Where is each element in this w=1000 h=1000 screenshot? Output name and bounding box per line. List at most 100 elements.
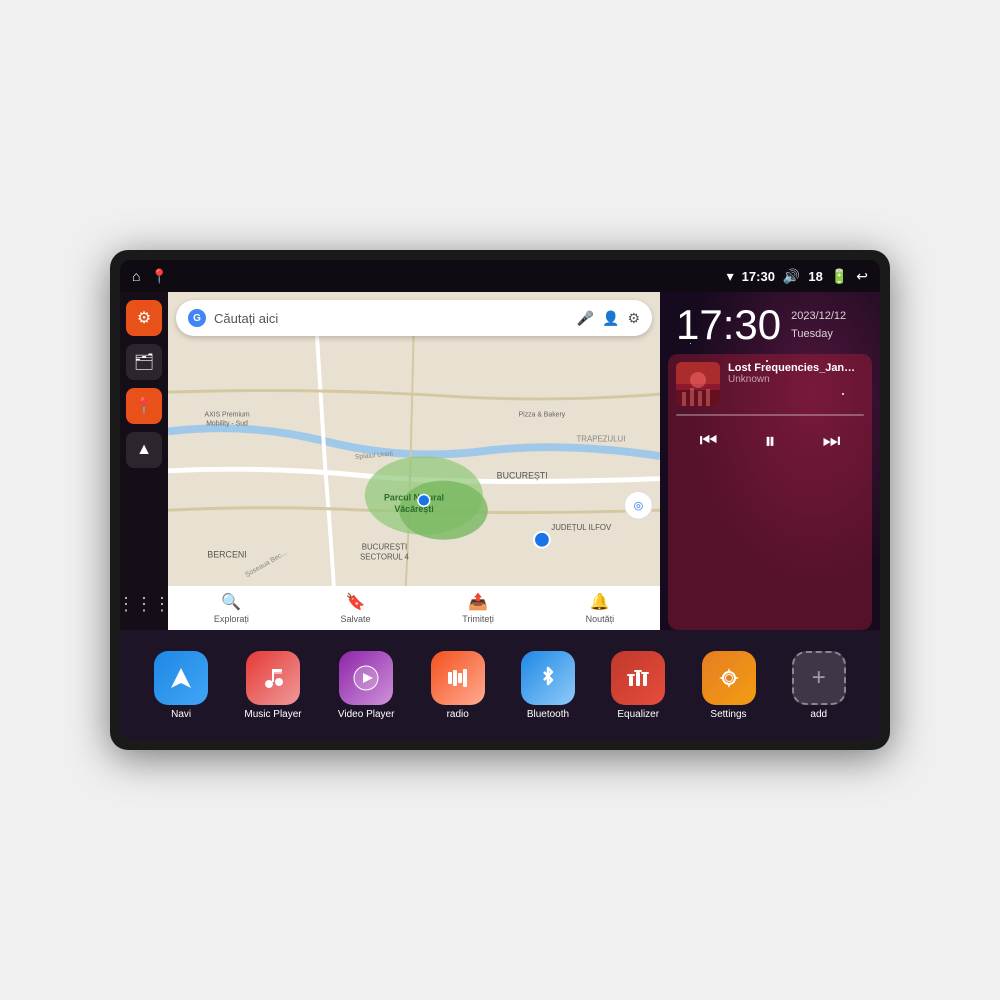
settings-map-icon[interactable]: ⚙ <box>627 310 640 327</box>
home-icon[interactable]: ⌂ <box>132 268 140 284</box>
clock-area: 17:30 2023/12/12 Tuesday <box>660 292 880 354</box>
clock-time: 17:30 <box>676 304 781 346</box>
pause-button[interactable]: ⏸ <box>752 424 787 458</box>
map-nav-explore[interactable]: 🔍 Explorați <box>214 592 249 624</box>
right-panel: 17:30 2023/12/12 Tuesday <box>660 292 880 630</box>
equalizer-icon <box>611 651 665 705</box>
radio-icon <box>431 651 485 705</box>
saved-icon: 🔖 <box>346 592 366 612</box>
music-player-icon <box>246 651 300 705</box>
equalizer-label: Equalizer <box>617 709 659 720</box>
music-progress-bar[interactable] <box>676 414 864 416</box>
send-label: Trimiteți <box>462 614 494 624</box>
svg-text:BUCUREȘTI: BUCUREȘTI <box>362 543 407 552</box>
settings-label: Settings <box>710 709 746 720</box>
svg-text:Mobility - Sud: Mobility - Sud <box>206 421 248 428</box>
settings-icon <box>702 651 756 705</box>
bluetooth-label: Bluetooth <box>527 709 569 720</box>
screen: ⌂ 📍 ▾ 17:30 🔊 18 🔋 ↩ <box>120 260 880 740</box>
wifi-icon: ▾ <box>727 268 734 285</box>
map-container[interactable]: Parcul Natural Văcărești BUCUREȘTI BUCUR… <box>168 292 660 630</box>
location-icon: 📍 <box>134 396 154 416</box>
svg-text:JUDEȚUL ILFOV: JUDEȚUL ILFOV <box>551 523 612 532</box>
device: ⌂ 📍 ▾ 17:30 🔊 18 🔋 ↩ <box>110 250 890 750</box>
svg-text:AXIS Premium: AXIS Premium <box>204 412 249 419</box>
track-name: Lost Frequencies_Janie... <box>728 362 858 374</box>
gear-icon: ⚙ <box>137 308 151 328</box>
svg-text:Pizza & Bakery: Pizza & Bakery <box>519 412 566 419</box>
news-label: Noutăți <box>586 614 615 624</box>
radio-label: radio <box>447 709 469 720</box>
sidebar-grid-btn[interactable]: ⋮⋮⋮ <box>126 586 162 622</box>
album-art <box>676 362 720 406</box>
app-navi[interactable]: Navi <box>154 651 208 720</box>
svg-text:◎: ◎ <box>634 500 643 512</box>
microphone-icon[interactable]: 🎤 <box>577 310 594 327</box>
clock-day-value: Tuesday <box>791 326 846 344</box>
map-nav-saved[interactable]: 🔖 Salvate <box>341 592 371 624</box>
sidebar-map-btn[interactable]: 📍 <box>126 388 162 424</box>
sidebar-files-btn[interactable]: 🗂 <box>126 344 162 380</box>
add-icon: + <box>792 651 846 705</box>
back-icon[interactable]: ↩ <box>856 268 868 285</box>
folder-icon: 🗂 <box>134 352 154 372</box>
clock-date: 2023/12/12 Tuesday <box>791 304 846 343</box>
status-bar-left: ⌂ 📍 <box>132 268 168 285</box>
map-search-text: Căutați aici <box>214 311 569 326</box>
battery-level: 18 <box>808 269 822 284</box>
map-nav-send[interactable]: 📤 Trimiteți <box>462 592 494 624</box>
track-info: Lost Frequencies_Janie... Unknown <box>676 362 864 406</box>
map-bottom-nav: 🔍 Explorați 🔖 Salvate 📤 Trimiteți � <box>168 586 660 630</box>
next-track-button[interactable]: ⏭ <box>810 426 852 457</box>
add-label: add <box>810 709 827 720</box>
track-artist: Unknown <box>728 374 864 385</box>
app-radio[interactable]: radio <box>431 651 485 720</box>
news-icon: 🔔 <box>590 592 610 612</box>
music-player-label: Music Player <box>244 709 301 720</box>
clock-date-value: 2023/12/12 <box>791 308 846 326</box>
app-equalizer[interactable]: Equalizer <box>611 651 665 720</box>
map-search-bar[interactable]: G Căutați aici 🎤 👤 ⚙ <box>176 300 652 336</box>
clock-display: 17:30 <box>742 269 775 284</box>
left-sidebar: ⚙ 🗂 📍 ▲ ⋮⋮⋮ <box>120 292 168 630</box>
send-icon: 📤 <box>468 592 488 612</box>
volume-icon: 🔊 <box>783 268 800 285</box>
video-player-icon <box>339 651 393 705</box>
map-pin-icon[interactable]: 📍 <box>150 268 167 285</box>
status-bar: ⌂ 📍 ▾ 17:30 🔊 18 🔋 ↩ <box>120 260 880 292</box>
navigate-icon: ▲ <box>136 441 152 459</box>
music-controls: ⏮ ⏸ ⏭ <box>676 424 864 458</box>
map-svg: Parcul Natural Văcărești BUCUREȘTI BUCUR… <box>168 292 660 630</box>
svg-text:TRAPEZULUI: TRAPEZULUI <box>576 434 625 443</box>
explore-label: Explorați <box>214 614 249 624</box>
sidebar-nav-btn[interactable]: ▲ <box>126 432 162 468</box>
map-nav-news[interactable]: 🔔 Noutăți <box>586 592 615 624</box>
video-player-label: Video Player <box>338 709 395 720</box>
google-maps-icon: G <box>188 309 206 327</box>
app-add[interactable]: + add <box>792 651 846 720</box>
svg-text:BERCENI: BERCENI <box>207 549 246 559</box>
app-video-player[interactable]: Video Player <box>338 651 395 720</box>
explore-icon: 🔍 <box>221 592 241 612</box>
main-content: ⚙ 🗂 📍 ▲ ⋮⋮⋮ <box>120 292 880 630</box>
svg-text:BUCUREȘTI: BUCUREȘTI <box>497 471 548 481</box>
status-bar-right: ▾ 17:30 🔊 18 🔋 ↩ <box>727 268 868 285</box>
center-area: Parcul Natural Văcărești BUCUREȘTI BUCUR… <box>168 292 660 630</box>
track-details: Lost Frequencies_Janie... Unknown <box>728 362 864 385</box>
app-settings[interactable]: Settings <box>702 651 756 720</box>
bluetooth-icon <box>521 651 575 705</box>
bottom-app-bar: Navi Music Player <box>120 630 880 740</box>
grid-icon: ⋮⋮⋮ <box>120 594 171 615</box>
svg-text:Parcul Natural: Parcul Natural <box>384 492 444 502</box>
navi-icon <box>154 651 208 705</box>
sidebar-settings-btn[interactable]: ⚙ <box>126 300 162 336</box>
app-music-player[interactable]: Music Player <box>244 651 301 720</box>
battery-icon: 🔋 <box>831 268 848 285</box>
navi-label: Navi <box>171 709 191 720</box>
music-widget: Lost Frequencies_Janie... Unknown ⏮ ⏸ ⏭ <box>668 354 872 630</box>
prev-track-button[interactable]: ⏮ <box>687 426 729 457</box>
svg-text:SECTORUL 4: SECTORUL 4 <box>360 552 410 561</box>
app-bluetooth[interactable]: Bluetooth <box>521 651 575 720</box>
account-icon[interactable]: 👤 <box>602 310 619 327</box>
saved-label: Salvate <box>341 614 371 624</box>
